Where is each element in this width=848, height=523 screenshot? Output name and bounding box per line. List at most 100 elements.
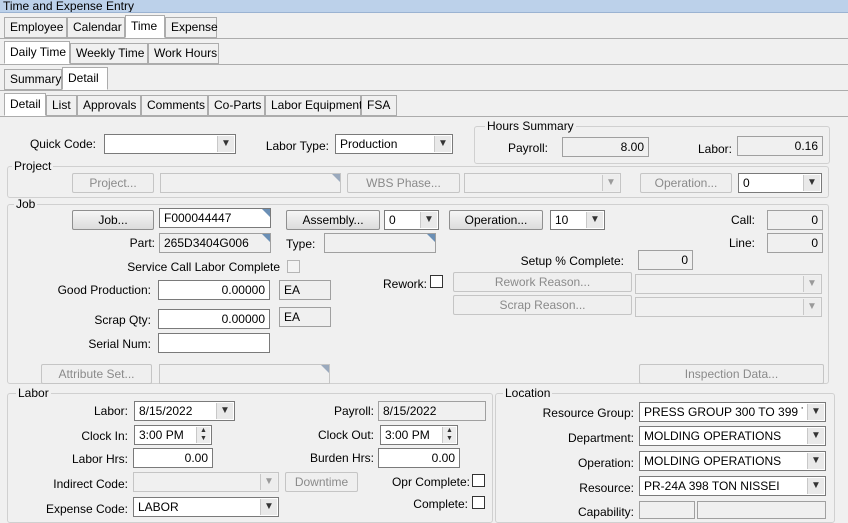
assembly-button[interactable]: Assembly...	[286, 210, 380, 230]
chevron-down-icon[interactable]: ▼	[602, 175, 619, 191]
inspection-data-button[interactable]: Inspection Data...	[639, 364, 824, 384]
tab-expense[interactable]: Expense	[165, 17, 218, 38]
chevron-down-icon[interactable]: ▼	[586, 212, 603, 228]
clock-out-input[interactable]: 3:00 PM ▲ ▼	[380, 425, 458, 445]
lookup-icon	[427, 234, 435, 242]
call-value: 0	[767, 210, 823, 230]
scrap-reason-select[interactable]: ▼	[635, 297, 822, 317]
chevron-down-icon[interactable]: ▼	[216, 403, 233, 419]
project-button[interactable]: Project...	[72, 173, 154, 193]
expense-code-select[interactable]: LABOR ▼	[133, 497, 279, 517]
payroll-label: Payroll:	[507, 141, 548, 155]
assembly-select[interactable]: 0 ▼	[384, 210, 439, 230]
project-operation-value: 0	[743, 176, 750, 190]
call-label: Call:	[730, 213, 755, 227]
job-operation-button[interactable]: Operation...	[449, 210, 543, 230]
burden-hrs-input[interactable]: 0.00	[378, 448, 460, 468]
attribute-set-button[interactable]: Attribute Set...	[41, 364, 152, 384]
good-production-input[interactable]: 0.00000	[158, 280, 270, 300]
labor-hrs-input[interactable]: 0.00	[133, 448, 213, 468]
divider	[0, 38, 848, 39]
tab-list[interactable]: List	[46, 95, 77, 116]
daily-tabstrip: Summary Detail	[4, 67, 848, 91]
department-select[interactable]: MOLDING OPERATIONS ▼	[639, 426, 826, 446]
wbs-phase-button[interactable]: WBS Phase...	[347, 173, 460, 193]
chevron-down-icon[interactable]: ▼	[803, 175, 820, 191]
expense-code-label: Expense Code:	[45, 502, 128, 516]
spinner-icon[interactable]: ▲ ▼	[442, 427, 456, 443]
main-tabstrip: Employee Calendar Time Expense	[4, 15, 848, 39]
tab-time[interactable]: Time	[125, 15, 165, 38]
chevron-down-icon[interactable]: ▼	[807, 404, 824, 420]
tab-co-parts[interactable]: Co-Parts	[208, 95, 265, 116]
tab-summary[interactable]: Summary	[4, 69, 62, 90]
chevron-down-icon[interactable]: ▼	[260, 474, 277, 490]
lookup-icon	[321, 365, 329, 373]
labor-type-select[interactable]: Production ▼	[335, 134, 453, 154]
scrap-uom: EA	[279, 307, 331, 327]
labor-title: Labor	[16, 386, 51, 400]
quick-code-select[interactable]: ▼	[104, 134, 236, 154]
chevron-down-icon[interactable]: ▼	[807, 478, 824, 494]
tab-work-hours[interactable]: Work Hours	[148, 43, 219, 64]
job-field[interactable]: F000044447	[159, 208, 271, 228]
location-operation-select[interactable]: MOLDING OPERATIONS ▼	[639, 451, 826, 471]
chevron-down-icon[interactable]: ▼	[260, 499, 277, 515]
setup-complete-value: 0	[638, 250, 693, 270]
tab-fsa[interactable]: FSA	[361, 95, 397, 116]
scrap-qty-input[interactable]: 0.00000	[158, 309, 270, 329]
service-call-checkbox[interactable]	[287, 260, 300, 273]
job-title: Job	[14, 197, 38, 211]
location-title: Location	[503, 386, 553, 400]
tab-detail[interactable]: Detail	[62, 67, 108, 90]
downtime-button[interactable]: Downtime	[285, 472, 358, 492]
spinner-icon[interactable]: ▲ ▼	[196, 427, 210, 443]
job-operation-select[interactable]: 10 ▼	[550, 210, 605, 230]
chevron-down-icon[interactable]: ▼	[807, 453, 824, 469]
complete-checkbox[interactable]	[472, 496, 485, 509]
part-label: Part:	[129, 236, 155, 250]
assembly-value: 0	[389, 213, 396, 227]
tab-approvals[interactable]: Approvals	[77, 95, 141, 116]
resource-select[interactable]: PR-24A 398 TON NISSEI ▼	[639, 476, 826, 496]
tab-daily-time[interactable]: Daily Time	[4, 41, 70, 64]
department-value: MOLDING OPERATIONS	[644, 429, 782, 443]
chevron-down-icon[interactable]: ▼	[807, 428, 824, 444]
rework-reason-select[interactable]: ▼	[635, 274, 822, 294]
lookup-icon	[262, 209, 270, 217]
indirect-code-select[interactable]: ▼	[133, 472, 279, 492]
resource-group-select[interactable]: PRESS GROUP 300 TO 399 TO ▼	[639, 402, 826, 422]
tab-calendar[interactable]: Calendar	[67, 17, 125, 38]
job-button[interactable]: Job...	[72, 210, 154, 230]
project-operation-select[interactable]: 0 ▼	[738, 173, 822, 193]
chevron-down-icon[interactable]: ▼	[434, 136, 451, 152]
clock-in-input[interactable]: 3:00 PM ▲ ▼	[134, 425, 212, 445]
wbs-phase-select[interactable]: ▼	[464, 173, 621, 193]
divider	[0, 116, 848, 117]
scrap-reason-button[interactable]: Scrap Reason...	[453, 295, 632, 315]
chevron-down-icon[interactable]: ▼	[420, 212, 437, 228]
rework-checkbox[interactable]	[430, 275, 443, 288]
complete-label: Complete:	[413, 497, 468, 511]
labor-hours-label: Labor:	[697, 142, 732, 156]
labor-date-picker[interactable]: 8/15/2022 ▼	[134, 401, 235, 421]
labor-hrs-label: Labor Hrs:	[71, 452, 128, 466]
opr-complete-checkbox[interactable]	[472, 474, 485, 487]
project-operation-button[interactable]: Operation...	[640, 173, 732, 193]
tab-comments[interactable]: Comments	[141, 95, 208, 116]
type-label: Type:	[286, 237, 316, 251]
scrap-qty-label: Scrap Qty:	[94, 313, 151, 327]
chevron-down-icon[interactable]: ▼	[803, 276, 820, 292]
tab-labor-equipment[interactable]: Labor Equipment	[265, 95, 362, 116]
chevron-down-icon[interactable]: ▼	[803, 299, 820, 315]
tab-detail-detail[interactable]: Detail	[4, 93, 46, 116]
divider	[0, 64, 848, 65]
chevron-down-icon[interactable]: ▼	[217, 136, 234, 152]
tab-employee[interactable]: Employee	[4, 17, 67, 38]
tab-weekly-time[interactable]: Weekly Time	[70, 43, 148, 64]
rework-reason-button[interactable]: Rework Reason...	[453, 272, 632, 292]
serial-num-input[interactable]	[158, 333, 270, 353]
labor-hours-value: 0.16	[737, 136, 823, 156]
hours-summary-title: Hours Summary	[485, 119, 576, 133]
labor-type-value: Production	[340, 137, 398, 151]
